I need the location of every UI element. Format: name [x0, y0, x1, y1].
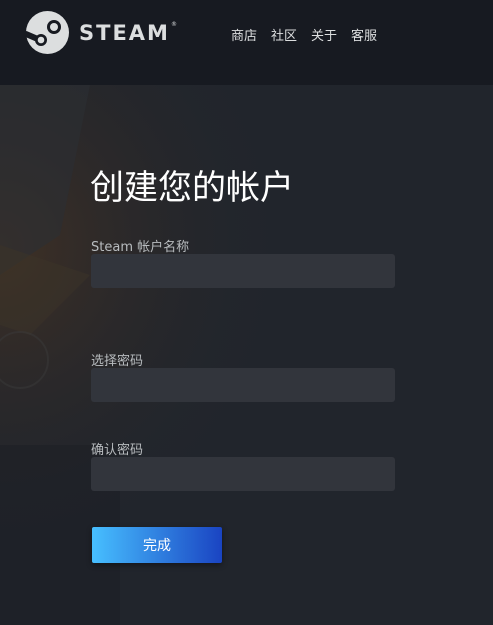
done-button[interactable]: 完成 [92, 527, 222, 563]
registered-mark: ® [170, 21, 177, 28]
page-title: 创建您的帐户 [90, 168, 294, 208]
nav-item-store[interactable]: 商店 [231, 25, 257, 44]
steam-wordmark: STEAM [79, 20, 170, 45]
nav-item-support[interactable]: 客服 [351, 25, 377, 44]
nav-item-community[interactable]: 社区 [271, 25, 297, 44]
main-nav: 商店 社区 关于 客服 [231, 25, 377, 44]
account-name-label: Steam 帐户名称 [91, 240, 190, 255]
steam-logo[interactable]: STEAM ® [26, 11, 177, 54]
nav-item-about[interactable]: 关于 [311, 25, 337, 44]
steam-logo-icon [26, 11, 69, 54]
password-label: 选择密码 [91, 354, 144, 369]
account-name-input[interactable] [91, 254, 395, 288]
confirm-password-input[interactable] [91, 457, 395, 491]
password-input[interactable] [91, 368, 395, 402]
confirm-password-label: 确认密码 [91, 443, 144, 458]
create-account-form: 创建您的帐户 Steam 帐户名称 选择密码 确认密码 完成 [0, 85, 493, 625]
site-header: STEAM ® 商店 社区 关于 客服 [0, 0, 493, 85]
signup-panel: 创建您的帐户 Steam 帐户名称 选择密码 确认密码 完成 [0, 85, 493, 625]
